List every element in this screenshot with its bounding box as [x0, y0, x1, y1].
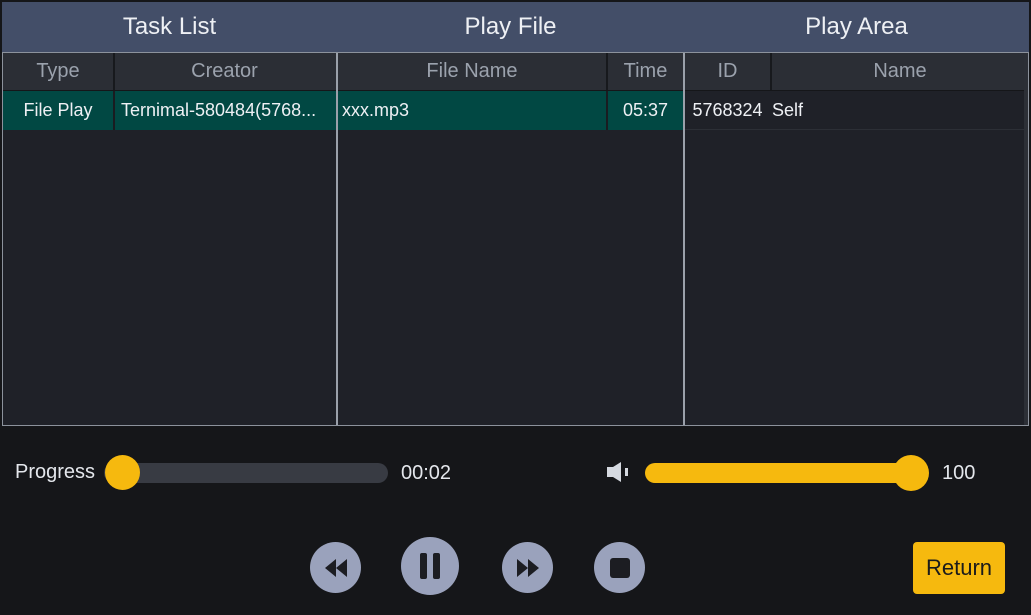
rewind-button[interactable] — [310, 542, 361, 593]
play-file-panel: File Name Time xxx.mp3 05:37 — [336, 53, 683, 425]
speaker-icon[interactable] — [605, 460, 631, 484]
task-row[interactable]: File Play Ternimal-580484(5768... — [3, 91, 336, 130]
file-row[interactable]: xxx.mp3 05:37 — [338, 91, 683, 130]
stop-icon — [609, 557, 630, 578]
progress-label: Progress — [15, 461, 96, 483]
volume-slider-handle[interactable] — [893, 455, 929, 491]
rewind-icon — [324, 558, 347, 577]
play-file-header: File Name Time — [338, 53, 683, 91]
column-header-file-name[interactable]: File Name — [338, 53, 606, 90]
column-header-name[interactable]: Name — [770, 53, 1028, 90]
file-name-cell: xxx.mp3 — [342, 100, 410, 120]
task-list-title: Task List — [122, 13, 217, 40]
return-button[interactable]: Return — [913, 542, 1005, 594]
header-bar: Task List Play File Play Area — [2, 2, 1029, 52]
task-type-cell: File Play — [23, 100, 93, 120]
fast-forward-button[interactable] — [502, 542, 553, 593]
progress-time: 00:02 — [401, 462, 452, 484]
pause-button[interactable] — [401, 537, 459, 595]
pause-icon — [420, 553, 440, 579]
task-creator-cell: Ternimal-580484(5768... — [113, 91, 334, 130]
volume-value: 100 — [942, 462, 976, 484]
file-time-cell: 05:37 — [606, 91, 683, 130]
progress-slider-handle[interactable] — [105, 455, 140, 490]
area-id-cell: 5768324 — [692, 99, 763, 120]
panels: Type Creator File Play Ternimal-580484(5… — [2, 52, 1029, 426]
scrollbar[interactable] — [1024, 53, 1028, 425]
play-area-title: Play Area — [805, 13, 908, 40]
column-header-time[interactable]: Time — [606, 53, 683, 90]
play-file-title: Play File — [464, 13, 557, 40]
play-area-panel: ID Name 5768324 Self — [683, 53, 1028, 425]
task-list-header: Type Creator — [3, 53, 336, 91]
task-list-panel: Type Creator File Play Ternimal-580484(5… — [3, 53, 336, 425]
app-window: Task List Play File Play Area Type Creat… — [0, 0, 1031, 615]
fast-forward-icon — [516, 558, 539, 577]
column-header-type[interactable]: Type — [3, 53, 113, 90]
progress-slider-track[interactable] — [104, 463, 388, 483]
column-header-creator[interactable]: Creator — [113, 53, 334, 90]
column-header-id[interactable]: ID — [685, 53, 770, 90]
stop-button[interactable] — [594, 542, 645, 593]
play-area-header: ID Name — [685, 53, 1028, 91]
area-name-cell: Self — [772, 99, 804, 120]
area-row[interactable]: 5768324 Self — [685, 91, 1028, 130]
volume-slider-track[interactable] — [645, 463, 927, 483]
playback-controls: Progress 00:02 100 Return — [0, 428, 1031, 615]
